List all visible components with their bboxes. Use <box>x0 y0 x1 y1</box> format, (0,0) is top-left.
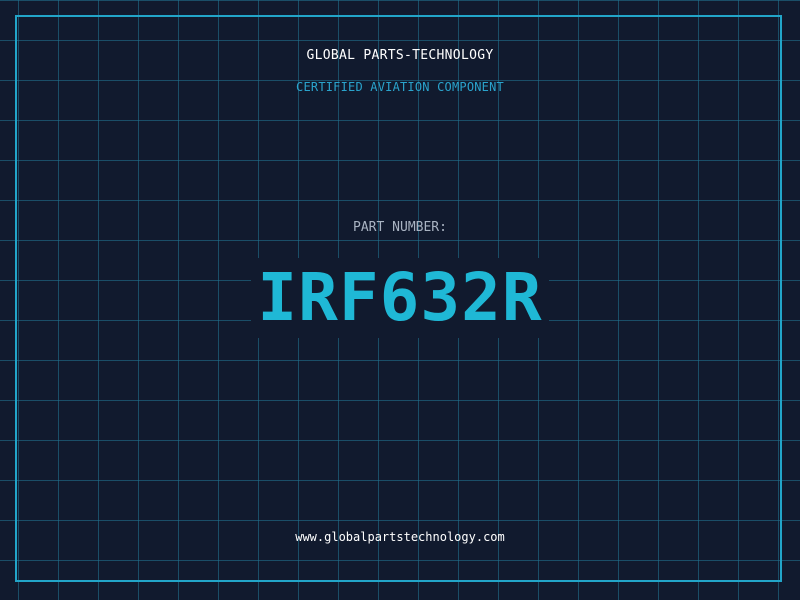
part-number-container: IRF632R <box>0 258 800 338</box>
brand-name: GLOBAL PARTS-TECHNOLOGY <box>306 48 494 63</box>
website-url: www.globalpartstechnology.com <box>295 530 505 544</box>
brand-tagline: CERTIFIED AVIATION COMPONENT <box>296 80 504 94</box>
part-number-label: PART NUMBER: <box>353 220 447 235</box>
part-number-value: IRF632R <box>251 258 549 338</box>
part-card: GLOBAL PARTS-TECHNOLOGY CERTIFIED AVIATI… <box>0 0 800 600</box>
